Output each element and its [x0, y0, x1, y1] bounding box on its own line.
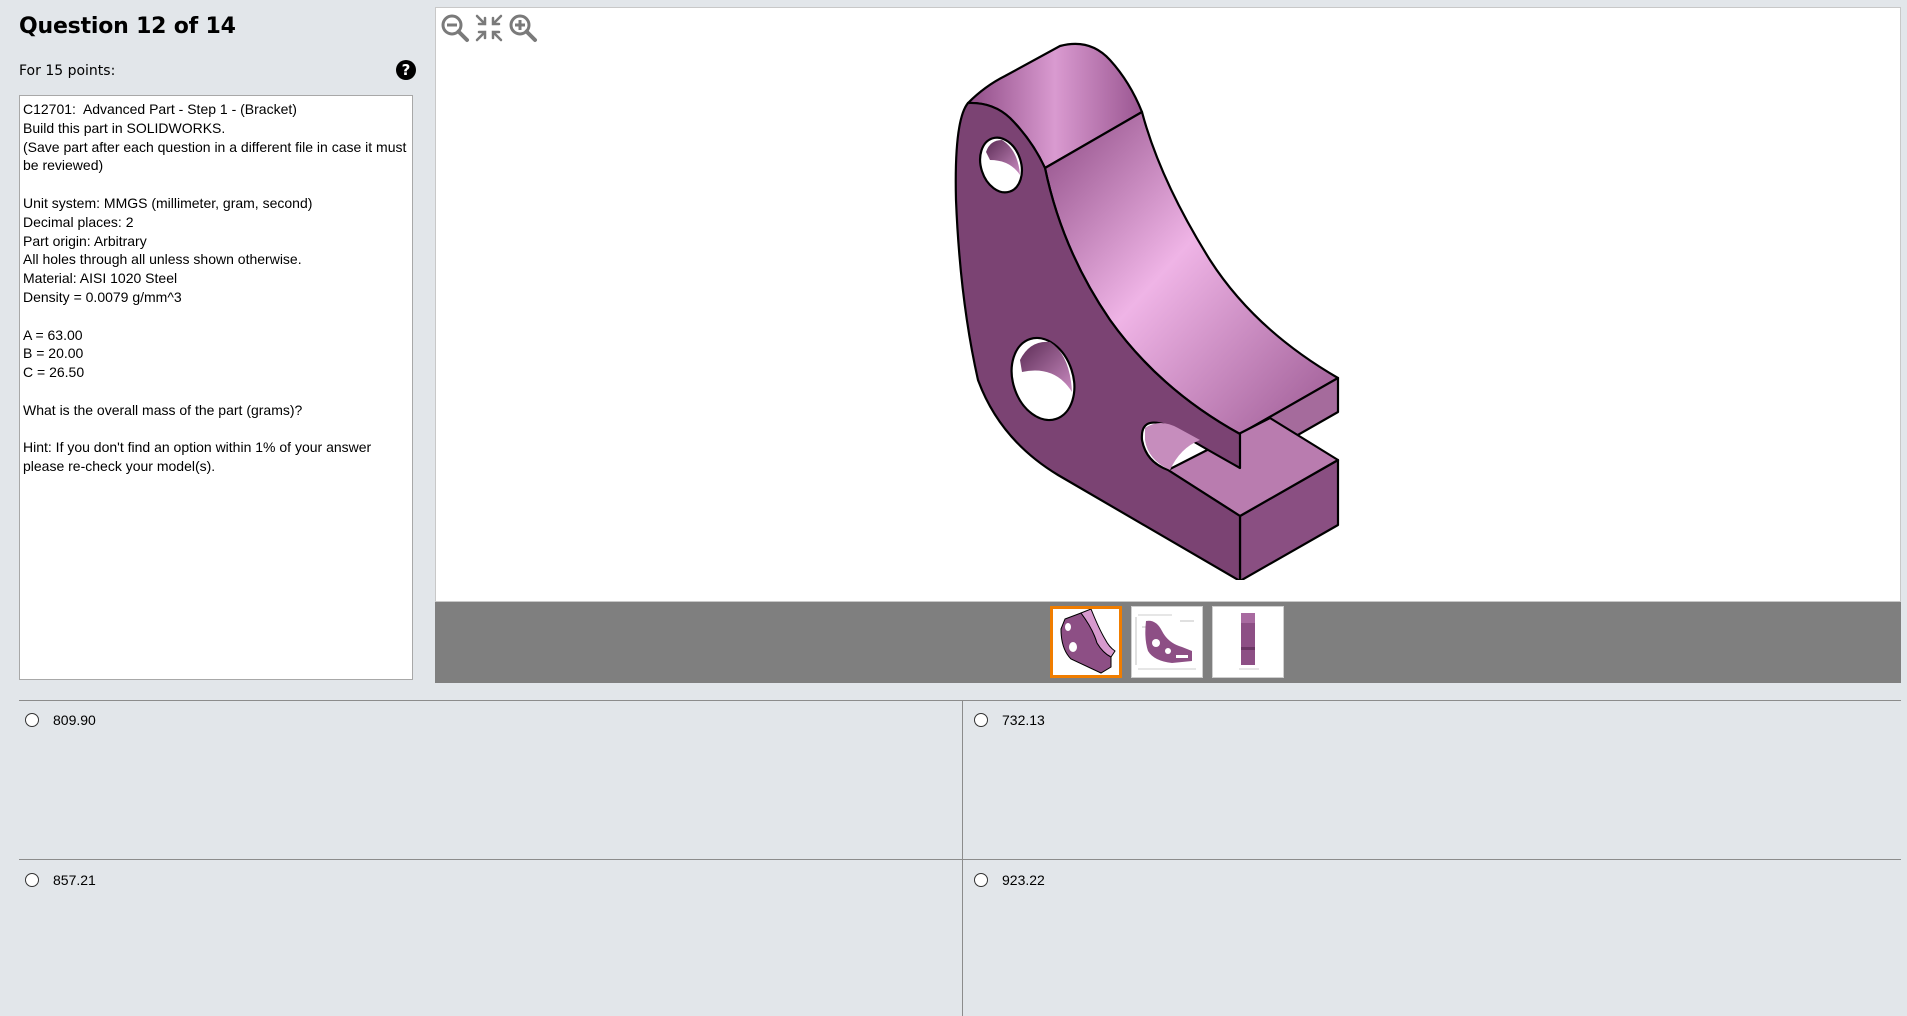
question-text-box[interactable]: C12701: Advanced Part - Step 1 - (Bracke…: [19, 95, 413, 680]
points-label: For 15 points:: [19, 63, 116, 79]
answer-option-1[interactable]: 809.90: [25, 712, 96, 728]
question-line: B = 20.00: [23, 345, 84, 362]
question-line: (Save part after each question in a diff…: [23, 138, 411, 174]
answer-radio[interactable]: [974, 713, 988, 727]
question-line: [23, 420, 409, 439]
zoom-out-icon[interactable]: [440, 13, 470, 43]
question-line: Decimal places: 2: [23, 213, 134, 230]
fit-to-window-icon[interactable]: [474, 13, 504, 43]
question-line: C12701: Advanced Part - Step 1 - (Bracke…: [23, 101, 297, 117]
zoom-in-icon[interactable]: [508, 13, 538, 43]
answer-option-4[interactable]: 923.22: [974, 872, 1045, 888]
question-line: [23, 307, 409, 326]
question-line: Density = 0.0079 g/mm^3: [23, 288, 182, 305]
bracket-part-image: [954, 42, 1340, 580]
question-line: Hint: If you don't find an option within…: [23, 439, 376, 475]
answer-radio[interactable]: [25, 873, 39, 887]
answer-label: 809.90: [53, 712, 96, 728]
question-line: All holes through all unless shown other…: [23, 251, 302, 268]
thumbnail-side-view[interactable]: [1212, 606, 1284, 678]
help-icon[interactable]: ?: [396, 60, 416, 80]
question-line: What is the overall mass of the part (gr…: [23, 401, 303, 418]
question-line: Part origin: Arbitrary: [23, 232, 147, 249]
question-line: Material: AISI 1020 Steel: [23, 270, 178, 287]
answer-divider-top: [19, 700, 1901, 701]
answer-label: 923.22: [1002, 872, 1045, 888]
answer-radio[interactable]: [974, 873, 988, 887]
question-line: Unit system: MMGS (millimeter, gram, sec…: [23, 194, 313, 211]
viewer-toolbar: [440, 13, 538, 43]
thumbnail-side-image: [1239, 613, 1259, 670]
question-title: Question 12 of 14: [19, 14, 236, 39]
answer-label: 857.21: [53, 872, 96, 888]
thumbnail-part-image: [1060, 609, 1116, 674]
question-line: C = 26.50: [23, 364, 85, 381]
answer-label: 732.13: [1002, 712, 1045, 728]
question-line: A = 63.00: [23, 326, 83, 343]
question-line: Build this part in SOLIDWORKS.: [23, 119, 226, 136]
answer-option-3[interactable]: 857.21: [25, 872, 96, 888]
question-line: [23, 175, 409, 194]
thumbnail-isometric-view[interactable]: [1050, 606, 1122, 678]
answer-radio[interactable]: [25, 713, 39, 727]
answer-option-2[interactable]: 732.13: [974, 712, 1045, 728]
answer-divider-middle: [19, 859, 1901, 860]
question-line: [23, 382, 409, 401]
answer-divider-vertical: [962, 700, 963, 1016]
thumbnail-drawing-image: [1135, 614, 1196, 670]
thumbnail-drawing-view[interactable]: [1131, 606, 1203, 678]
